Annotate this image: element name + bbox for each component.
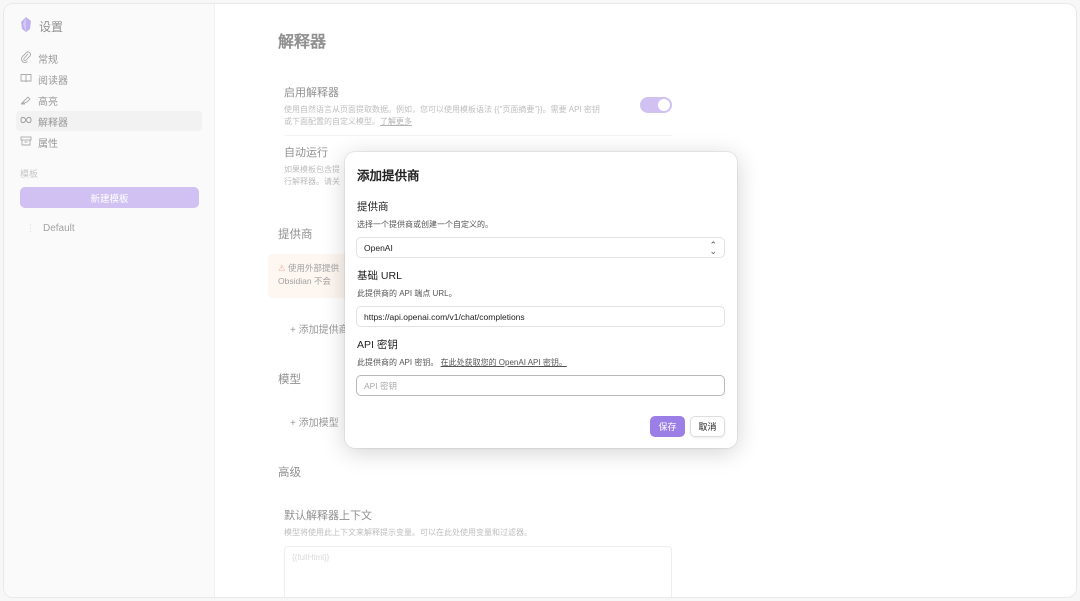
save-button[interactable]: 保存 xyxy=(650,416,685,437)
api-key-desc-text: 此提供商的 API 密钥。 xyxy=(357,358,439,367)
provider-desc: 选择一个提供商或创建一个自定义的。 xyxy=(357,220,493,229)
api-key-label: API 密钥 xyxy=(357,339,398,351)
url-label: 基础 URL xyxy=(357,270,402,282)
chevron-up-down-icon: ⌃ ⌄ xyxy=(709,240,717,256)
get-api-key-link[interactable]: 在此处获取您的 OpenAI API 密钥。 xyxy=(441,358,567,367)
provider-select[interactable]: OpenAI ⌃ ⌄ xyxy=(356,237,725,258)
api-key-input[interactable]: API 密钥 xyxy=(356,375,725,396)
base-url-input[interactable]: https://api.openai.com/v1/chat/completio… xyxy=(356,306,725,327)
cancel-button[interactable]: 取消 xyxy=(690,416,725,437)
modal-title: 添加提供商 xyxy=(357,169,420,183)
api-key-desc: 此提供商的 API 密钥。 在此处获取您的 OpenAI API 密钥。 xyxy=(357,357,567,368)
provider-select-value: OpenAI xyxy=(364,242,393,253)
add-provider-modal: 添加提供商 提供商 选择一个提供商或创建一个自定义的。 OpenAI ⌃ ⌄ 基础… xyxy=(345,152,737,448)
url-desc: 此提供商的 API 端点 URL。 xyxy=(357,289,457,298)
provider-label: 提供商 xyxy=(357,201,389,213)
